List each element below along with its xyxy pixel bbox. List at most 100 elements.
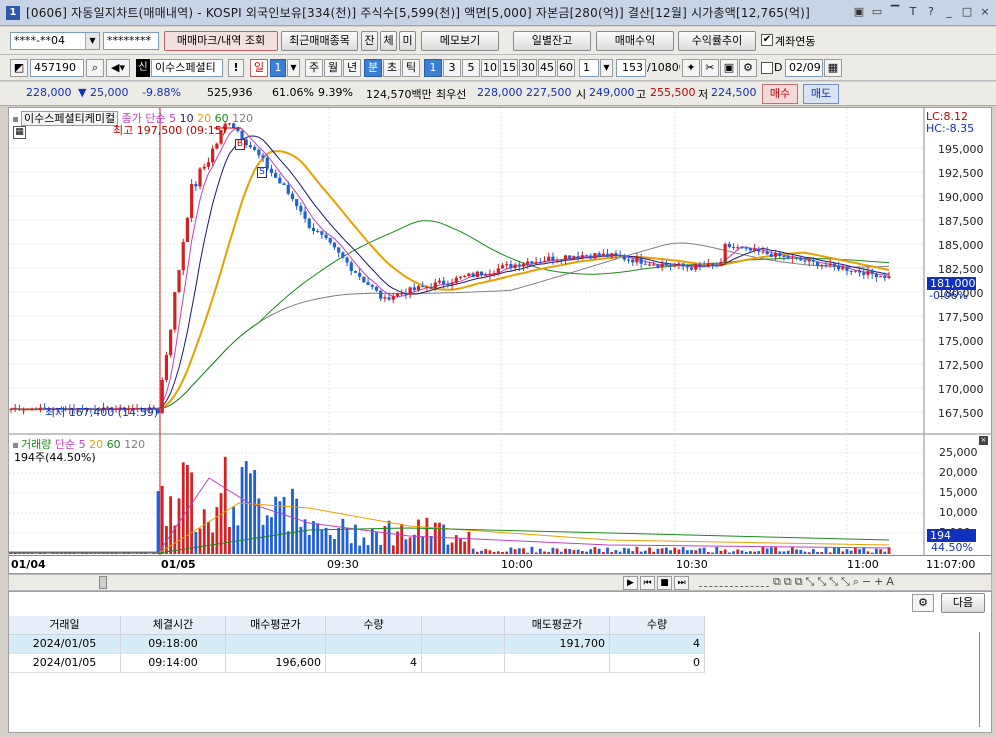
layout-icon[interactable]: ◩ — [10, 59, 28, 77]
volume-bar — [652, 551, 656, 554]
stock-toolbar: ◩ 457190 ⌕ ◀▾ 신 이수스페셜티 ! 일 1 ▼ 주 월 년 분 초… — [0, 55, 996, 81]
speaker-icon[interactable]: ◀▾ — [106, 59, 130, 77]
volume-y-tick: 10,000 — [939, 506, 978, 519]
buy-button[interactable]: 매수 — [762, 84, 798, 104]
table-cell[interactable]: 2024/01/05 — [9, 635, 121, 654]
volume-bar — [450, 542, 454, 554]
window-text-icon[interactable]: T — [906, 5, 920, 19]
window-tile-icon[interactable]: ▣ — [852, 5, 866, 19]
chevron-down-icon[interactable]: ▼ — [85, 33, 99, 49]
new-listing-badge: 신 — [136, 59, 150, 77]
table-cell[interactable]: 196,600 — [226, 654, 326, 673]
interval-5-button[interactable]: 5 — [462, 59, 480, 77]
memo-button[interactable]: 메모보기 — [421, 31, 499, 51]
period-week-button[interactable]: 주 — [305, 59, 323, 77]
recent-trades-button[interactable]: 최근매매종목 — [281, 31, 358, 51]
interval-select[interactable]: 1 — [579, 59, 599, 77]
stock-name-field[interactable]: 이수스페셜티 — [151, 59, 223, 77]
window-pin-icon[interactable]: ▔ — [888, 5, 902, 19]
period-second-button[interactable]: 초 — [383, 59, 401, 77]
zoom-slider[interactable] — [699, 578, 769, 587]
next-button[interactable]: 다음 — [941, 593, 985, 613]
candle-body — [618, 255, 622, 257]
candle-body — [526, 261, 530, 264]
interval-10-button[interactable]: 10 — [481, 59, 499, 77]
table-cell[interactable] — [326, 635, 422, 654]
chart-area[interactable]: 이수스페셜티케미컬 종가 단순 5 10 20 60 120 ▦ 최고 197,… — [8, 107, 992, 574]
chevron-down-icon[interactable]: ▼ — [600, 59, 613, 77]
table-cell[interactable] — [505, 654, 610, 673]
table-cell[interactable]: 4 — [326, 654, 422, 673]
table-cell[interactable]: 09:18:00 — [121, 635, 226, 654]
volume-bar — [551, 547, 555, 554]
scroll-thumb[interactable] — [99, 576, 107, 589]
minimize-icon[interactable]: _ — [942, 5, 956, 19]
window-restore-icon[interactable]: ▭ — [870, 5, 884, 19]
interval-15-button[interactable]: 15 — [500, 59, 518, 77]
link-account-checkbox[interactable]: ✔ — [761, 34, 773, 46]
volume-bar — [559, 551, 563, 554]
scroll-stop-icon[interactable]: ■ — [657, 576, 672, 590]
gear-icon[interactable]: ⚙ — [739, 59, 757, 77]
unfilled-button[interactable]: 미 — [399, 31, 416, 51]
scroll-next-icon[interactable]: ▶ — [623, 576, 638, 590]
close-icon[interactable]: × — [978, 5, 992, 19]
table-cell[interactable]: 4 — [610, 635, 705, 654]
volume-bar — [412, 534, 416, 554]
table-cell[interactable] — [422, 654, 505, 673]
table-cell[interactable] — [422, 635, 505, 654]
table-cell[interactable] — [226, 635, 326, 654]
password-field[interactable]: ******** — [103, 32, 159, 50]
table-cell[interactable]: 0 — [610, 654, 705, 673]
interval-45-button[interactable]: 45 — [538, 59, 556, 77]
maximize-icon[interactable]: □ — [960, 5, 974, 19]
date-input[interactable]: 02/09 — [785, 59, 823, 77]
warning-button[interactable]: ! — [228, 59, 244, 77]
period-day-count[interactable]: 1 — [270, 59, 286, 77]
chart-tool-icon[interactable]: ✦ — [682, 59, 700, 77]
interval-60-button[interactable]: 60 — [557, 59, 575, 77]
account-select[interactable]: ****-**04 ▼ — [10, 32, 100, 50]
mark-inquiry-button[interactable]: 매매마크/내역 조회 — [164, 31, 278, 51]
balance-button[interactable]: 잔 — [361, 31, 378, 51]
panel-scrollbar[interactable] — [979, 632, 985, 727]
table-icon[interactable]: ▦ — [13, 126, 26, 139]
volume-bar — [211, 532, 215, 554]
count-input[interactable]: 153 — [616, 59, 646, 77]
y-tick: 195,000 — [938, 143, 984, 156]
scroll-first-icon[interactable]: ⏮ — [640, 576, 655, 590]
search-icon[interactable]: ⌕ — [86, 59, 104, 77]
gear-icon[interactable]: ⚙ — [912, 594, 934, 612]
candle-body — [442, 280, 446, 285]
d-checkbox[interactable] — [761, 62, 773, 74]
volume-bar — [517, 548, 521, 554]
profit-trend-button[interactable]: 수익률추이 — [678, 31, 756, 51]
save-icon[interactable]: ▣ — [720, 59, 738, 77]
volume-bar — [328, 535, 332, 554]
period-year-button[interactable]: 년 — [343, 59, 361, 77]
chart-scrollbar[interactable]: ▶ ⏮ ■ ⏭ ⧉⧉⧉⤡⤡⤡⤡⌕−+A — [8, 574, 992, 591]
table-cell[interactable]: 09:14:00 — [121, 654, 226, 673]
period-minute-button[interactable]: 분 — [364, 59, 382, 77]
chevron-down-icon[interactable]: ▼ — [287, 59, 300, 77]
chart-canvas[interactable] — [9, 108, 991, 573]
drawing-tools-icon[interactable]: ⧉⧉⧉⤡⤡⤡⤡⌕−+A — [773, 575, 897, 589]
period-tick-button[interactable]: 틱 — [402, 59, 420, 77]
period-day-button[interactable]: 일 — [250, 59, 268, 77]
trade-profit-button[interactable]: 매매수익 — [596, 31, 674, 51]
close-icon[interactable]: × — [979, 436, 988, 445]
table-cell[interactable]: 191,700 — [505, 635, 610, 654]
scroll-last-icon[interactable]: ⏭ — [674, 576, 689, 590]
interval-3-button[interactable]: 3 — [443, 59, 461, 77]
interval-30-button[interactable]: 30 — [519, 59, 537, 77]
sell-button[interactable]: 매도 — [803, 84, 839, 104]
table-cell[interactable]: 2024/01/05 — [9, 654, 121, 673]
calendar-icon[interactable]: ▦ — [824, 59, 842, 77]
period-month-button[interactable]: 월 — [324, 59, 342, 77]
interval-1-button[interactable]: 1 — [424, 59, 442, 77]
daily-balance-button[interactable]: 일별잔고 — [513, 31, 591, 51]
scissor-icon[interactable]: ✂ — [701, 59, 719, 77]
stock-code-input[interactable]: 457190 — [30, 59, 84, 77]
window-help-icon[interactable]: ? — [924, 5, 938, 19]
execution-button[interactable]: 체 — [380, 31, 397, 51]
